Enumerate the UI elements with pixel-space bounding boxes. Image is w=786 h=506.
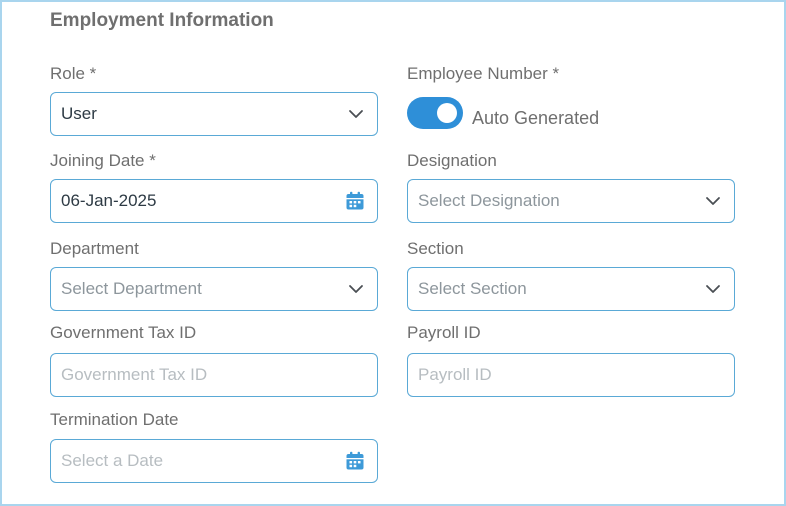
payroll-id-field[interactable] — [407, 353, 735, 397]
chevron-down-icon — [347, 105, 365, 123]
role-label: Role * — [50, 64, 97, 83]
employment-form-panel: Employment Information Role * User Emplo… — [0, 0, 786, 506]
role-select[interactable]: User — [50, 92, 378, 136]
department-select-placeholder: Select Department — [61, 279, 202, 298]
joining-date-label: Joining Date * — [50, 151, 156, 170]
department-select[interactable]: Select Department — [50, 267, 378, 311]
termination-date-field[interactable]: Select a Date — [50, 439, 378, 483]
chevron-down-icon — [347, 280, 365, 298]
section-select[interactable]: Select Section — [407, 267, 735, 311]
calendar-icon[interactable] — [345, 191, 365, 211]
designation-label: Designation — [407, 151, 497, 170]
payroll-id-input[interactable] — [418, 365, 722, 385]
joining-date-value: 06-Jan-2025 — [61, 191, 157, 210]
chevron-down-icon — [704, 280, 722, 298]
termination-date-placeholder: Select a Date — [61, 451, 164, 470]
designation-select[interactable]: Select Designation — [407, 179, 735, 223]
toggle-knob — [437, 103, 457, 123]
government-tax-id-field[interactable] — [50, 353, 378, 397]
joining-date-field[interactable]: 06-Jan-2025 — [50, 179, 378, 223]
auto-generated-label: Auto Generated — [472, 108, 600, 128]
chevron-down-icon — [704, 192, 722, 210]
employee-number-label: Employee Number * — [407, 64, 560, 83]
government-tax-id-input[interactable] — [61, 365, 365, 385]
calendar-icon[interactable] — [345, 451, 365, 471]
termination-date-label: Termination Date — [50, 410, 179, 429]
section-title: Employment Information — [50, 10, 274, 31]
role-select-value: User — [61, 104, 97, 123]
section-label: Section — [407, 239, 464, 258]
department-label: Department — [50, 239, 139, 258]
payroll-id-label: Payroll ID — [407, 323, 481, 342]
government-tax-id-label: Government Tax ID — [50, 323, 197, 342]
auto-generated-toggle[interactable] — [407, 97, 463, 129]
designation-select-placeholder: Select Designation — [418, 191, 560, 210]
section-select-placeholder: Select Section — [418, 279, 527, 298]
